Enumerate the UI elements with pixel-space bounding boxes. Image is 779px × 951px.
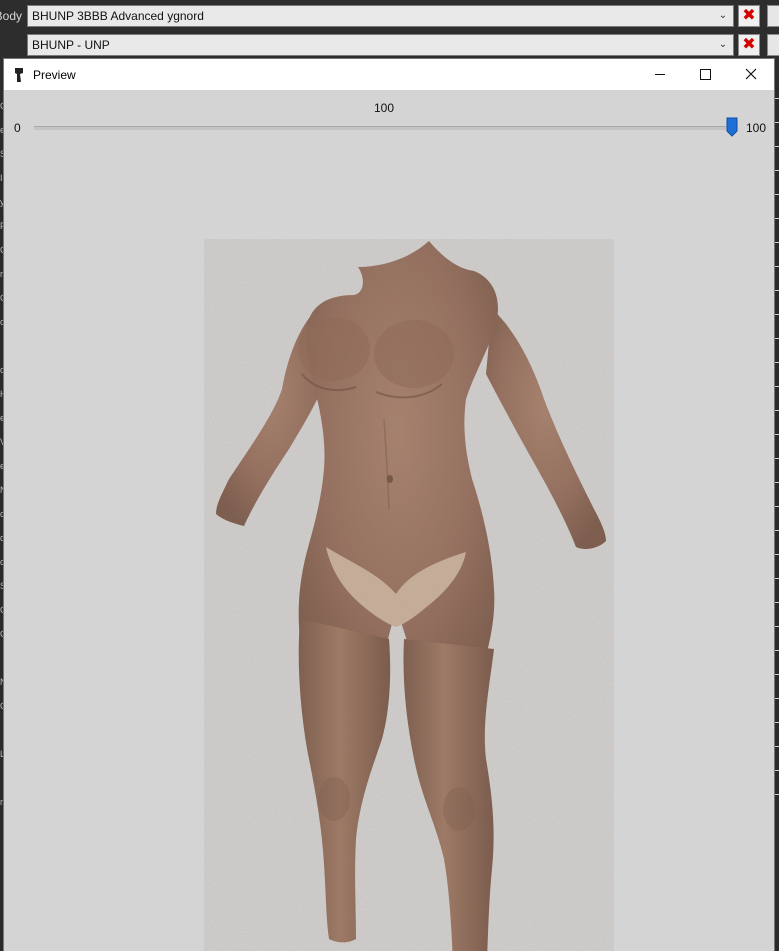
slider-value-label: 100 [373, 101, 395, 115]
minimize-button[interactable] [636, 59, 682, 90]
panel-tick [774, 602, 779, 603]
close-button[interactable] [728, 59, 774, 90]
body-label: Body [0, 9, 22, 23]
panel-tick [774, 386, 779, 387]
panel-tick [774, 650, 779, 651]
panel-tick [774, 146, 779, 147]
panel-tick [774, 698, 779, 699]
panel-tick [774, 530, 779, 531]
panel-tick [774, 746, 779, 747]
minimize-icon [655, 74, 665, 75]
edge-button[interactable] [767, 34, 779, 56]
body-combo[interactable]: BHUNP 3BBB Advanced ygnord ⌄ [27, 5, 734, 27]
maximize-button[interactable] [682, 59, 728, 90]
panel-tick [774, 122, 779, 123]
panel-tick [774, 506, 779, 507]
panel-tick [774, 482, 779, 483]
slider-fill [34, 127, 732, 130]
title-bar[interactable]: Preview [4, 59, 774, 90]
panel-tick [774, 554, 779, 555]
3d-viewport[interactable] [4, 149, 774, 951]
body-model [204, 239, 614, 951]
maximize-icon [700, 69, 711, 80]
panel-tick [774, 242, 779, 243]
preset-combo[interactable]: BHUNP - UNP ⌄ [27, 34, 734, 56]
panel-tick [774, 410, 779, 411]
panel-tick [774, 794, 779, 795]
app-logo-icon [15, 68, 23, 82]
panel-tick [774, 674, 779, 675]
panel-tick [774, 626, 779, 627]
panel-tick [774, 314, 779, 315]
panel-tick [774, 266, 779, 267]
panel-tick [774, 770, 779, 771]
panel-tick [774, 338, 779, 339]
preview-window: Preview 100 0 100 [4, 59, 774, 951]
panel-tick [774, 98, 779, 99]
panel-tick [774, 290, 779, 291]
slider-min-label: 0 [14, 121, 21, 135]
slider-max-label: 100 [746, 121, 767, 135]
panel-tick [774, 218, 779, 219]
panel-tick [774, 722, 779, 723]
panel-tick [774, 170, 779, 171]
chevron-down-icon: ⌄ [718, 39, 728, 50]
panel-tick [774, 362, 779, 363]
clear-body-button[interactable]: ✖ [738, 5, 760, 27]
panel-tick [774, 194, 779, 195]
edge-button[interactable] [767, 5, 779, 27]
body-combo-value: BHUNP 3BBB Advanced ygnord [32, 9, 204, 23]
chevron-down-icon: ⌄ [718, 10, 728, 21]
panel-tick [774, 434, 779, 435]
panel-tick [774, 458, 779, 459]
clear-preset-button[interactable]: ✖ [738, 34, 760, 56]
panel-tick [774, 578, 779, 579]
slider-track[interactable] [34, 126, 732, 130]
window-title: Preview [33, 68, 76, 82]
slider-thumb[interactable] [726, 117, 738, 137]
preset-combo-value: BHUNP - UNP [32, 38, 110, 52]
close-icon [745, 68, 757, 80]
